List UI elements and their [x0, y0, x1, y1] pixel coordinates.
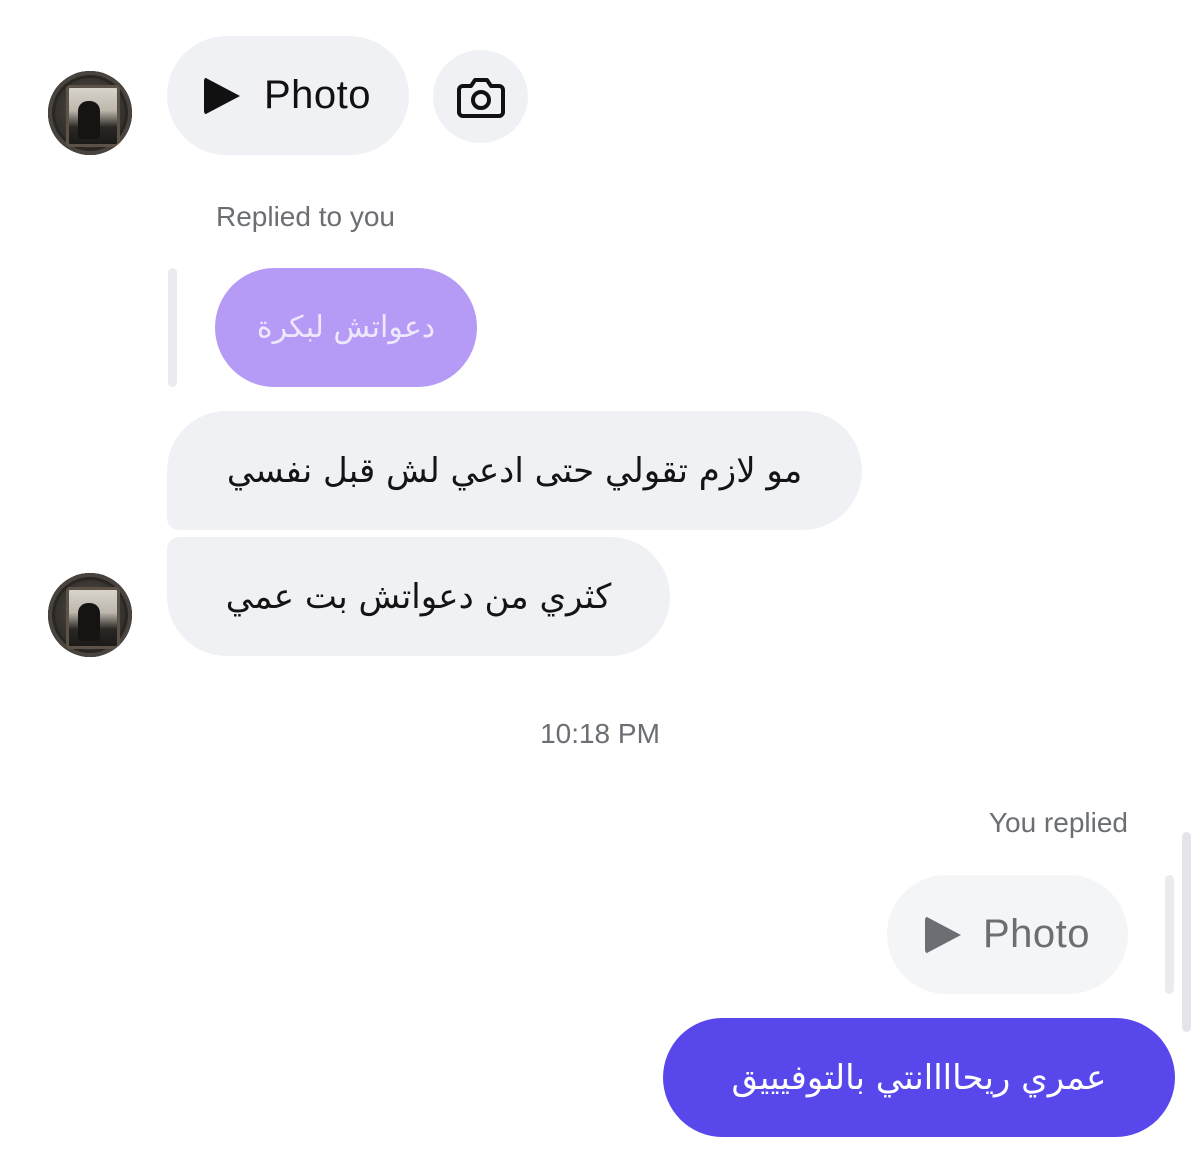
- message-bubble[interactable]: مو لازم تقولي حتى ادعي لش قبل نفسي: [167, 411, 862, 530]
- quote-bar: [1165, 875, 1174, 994]
- camera-button[interactable]: [433, 50, 528, 143]
- outgoing-message-text: عمري ريحاااانتي بالتوفيييق: [731, 1057, 1107, 1098]
- quoted-message[interactable]: دعواتش لبكرة: [215, 268, 477, 387]
- photo-message[interactable]: Photo: [167, 36, 409, 155]
- timestamp: 10:18 PM: [540, 718, 660, 749]
- avatar-figure: [78, 101, 100, 139]
- photo-label: Photo: [264, 73, 372, 117]
- message-bubble[interactable]: كثري من دعواتش بت عمي: [167, 537, 670, 656]
- scrollbar[interactable]: [1182, 832, 1191, 1032]
- photo-label: Photo: [983, 912, 1091, 956]
- camera-icon: [457, 78, 505, 118]
- replied-to-you-label: Replied to you: [216, 201, 396, 232]
- message-text: كثري من دعواتش بت عمي: [225, 576, 612, 617]
- quoted-photo-message[interactable]: Photo: [887, 875, 1128, 994]
- you-replied-label: You replied: [988, 807, 1128, 838]
- play-icon: [204, 76, 240, 115]
- avatar[interactable]: [48, 573, 132, 657]
- avatar-figure: [78, 603, 100, 641]
- play-icon: [925, 915, 961, 954]
- message-text: مو لازم تقولي حتى ادعي لش قبل نفسي: [226, 450, 803, 491]
- outgoing-message[interactable]: عمري ريحاااانتي بالتوفيييق: [663, 1018, 1175, 1137]
- avatar[interactable]: [48, 71, 132, 155]
- quote-bar: [168, 268, 177, 387]
- quoted-message-text: دعواتش لبكرة: [256, 310, 436, 345]
